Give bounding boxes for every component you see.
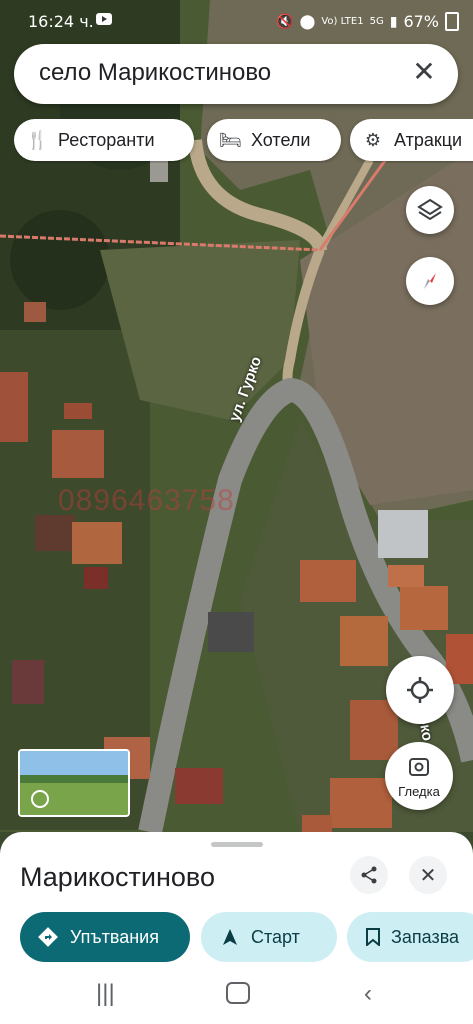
chip-label: Атракци (394, 129, 463, 150)
directions-icon (38, 927, 58, 947)
signal-icon: ▮ (389, 13, 398, 30)
save-button[interactable]: Запазва (347, 912, 473, 962)
chip-label: Ресторанти (58, 129, 155, 150)
chip-restaurants[interactable]: 🍴 Ресторанти (14, 119, 194, 161)
recent-apps-icon[interactable]: ||| (96, 980, 115, 1008)
battery-percent: 67% (403, 12, 439, 31)
navigation-arrow-icon (223, 929, 237, 945)
compass-button[interactable] (406, 257, 454, 305)
layers-icon (417, 198, 443, 221)
home-icon[interactable] (226, 982, 250, 1004)
close-icon[interactable]: ✕ (408, 56, 440, 88)
start-label: Старт (251, 926, 300, 947)
phone-watermark: 0896463758 (58, 484, 235, 517)
system-nav-bar: ||| ‹ (0, 962, 473, 1024)
category-chips: 🍴 Ресторанти 🛏 Хотели ⚙ Атракци (14, 119, 473, 163)
search-bar[interactable]: село Марикостиново ✕ (14, 44, 458, 104)
street-view-button[interactable]: Гледка (385, 742, 453, 810)
network-label: Vo) LTE1 (321, 16, 364, 27)
share-button[interactable] (350, 856, 388, 894)
close-icon: ✕ (419, 864, 437, 887)
signal-5g-label: 5G (369, 16, 384, 27)
street-view-icon (409, 758, 429, 776)
chip-hotels[interactable]: 🛏 Хотели (207, 119, 341, 161)
location-icon: ⬤ (299, 13, 316, 30)
search-query[interactable]: село Марикостиново (39, 59, 271, 87)
bed-icon: 🛏 (219, 129, 242, 150)
compass-icon (424, 273, 436, 289)
battery-icon (445, 12, 459, 31)
bookmark-icon (366, 928, 380, 946)
drag-handle[interactable] (211, 842, 263, 847)
street-view-label: Гледка (398, 784, 440, 799)
directions-button[interactable]: Упътвания (20, 912, 190, 962)
status-bar: 16:24 ч. 🔇 ⬤ Vo) LTE1 5G ▮ 67% (0, 0, 473, 44)
chip-attractions[interactable]: ⚙ Атракци (350, 119, 473, 161)
youtube-icon (96, 13, 112, 25)
street-view-thumbnail[interactable] (18, 749, 130, 817)
landscape-photo (20, 751, 128, 815)
mute-icon: 🔇 (276, 13, 294, 30)
chip-label: Хотели (251, 129, 311, 150)
crosshair-icon (407, 677, 433, 703)
my-location-button[interactable] (386, 656, 454, 724)
share-icon (361, 866, 377, 884)
layers-button[interactable] (406, 186, 454, 234)
status-time: 16:24 ч. (28, 12, 94, 31)
fork-knife-icon: 🍴 (26, 129, 49, 150)
place-title: Марикостиново (20, 862, 215, 892)
back-icon[interactable]: ‹ (364, 980, 372, 1008)
save-label: Запазва (391, 926, 460, 947)
attraction-icon: ⚙ (364, 129, 382, 150)
start-button[interactable]: Старт (201, 912, 337, 962)
directions-label: Упътвания (70, 926, 159, 947)
close-sheet-button[interactable]: ✕ (409, 856, 447, 894)
